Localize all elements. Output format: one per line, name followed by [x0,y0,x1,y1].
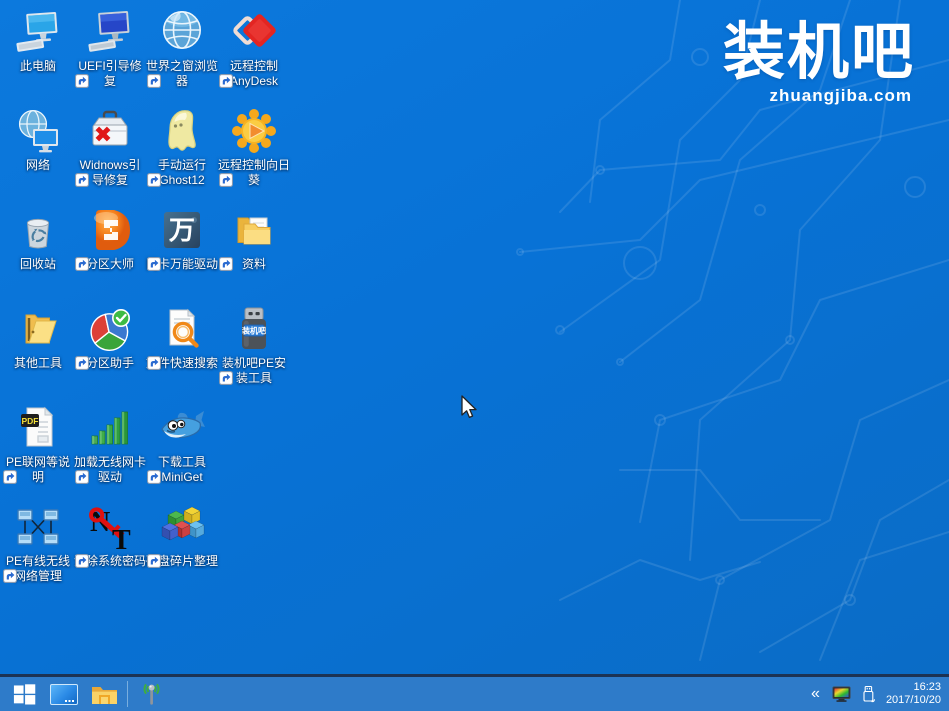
shortcut-arrow-icon [147,74,161,88]
shortcut-arrow-icon [219,74,233,88]
mouse-cursor [460,395,478,426]
taskbar: « 16:23 2017/10/20 [0,674,949,711]
desktop-icon-windows-boot-repair[interactable]: Widnows引导修复 [74,107,146,188]
desktop-icon-anydesk-remote[interactable]: 远程控制AnyDesk [218,8,290,89]
desktop-icon-pe-network-manager[interactable]: PE有线无线网络管理 [2,503,74,584]
desktop-icon-network[interactable]: 网络 [2,107,74,173]
shortcut-arrow-icon [147,356,161,370]
file-search-icon [158,305,206,353]
nt-key-icon: NT [86,503,134,551]
computer-icon [14,8,62,56]
desktop-window-button[interactable] [44,677,84,711]
brand-logo: 装机吧 zhuangjiba.com [723,22,915,106]
pdf-doc-icon: PDF [14,404,62,452]
desktop-icon-other-tools[interactable]: 其他工具 [2,305,74,371]
svg-text:万: 万 [169,216,195,246]
taskbar-separator [127,681,128,707]
shortcut-arrow-icon [219,371,233,385]
shortcut-arrow-icon [219,173,233,187]
network-globe-icon [14,107,62,155]
folders-icon [230,206,278,254]
window-icon [50,684,78,705]
open-folder-icon [14,305,62,353]
recycle-bin-icon [14,206,62,254]
desktop-icon-partition-assistant[interactable]: 分区助手 [74,305,146,371]
desktop-icon-load-wifi-driver[interactable]: 加载无线网卡驱动 [74,404,146,485]
usb-device-tray-icon[interactable] [861,685,876,704]
diskgenius-icon [86,206,134,254]
start-button[interactable] [4,677,44,711]
folder-icon [91,683,118,705]
usb-drive-icon: 装机吧 [230,305,278,353]
shortcut-arrow-icon [3,569,17,583]
shortcut-arrow-icon [3,470,17,484]
desktop-icon-nic-universal-driver[interactable]: 万 网卡万能驱动 [146,206,218,272]
svg-text:PDF: PDF [22,416,39,426]
brand-title: 装机吧 [723,22,915,84]
shortcut-arrow-icon [75,173,89,187]
desktop-icon-sunflower-remote[interactable]: 远程控制向日葵 [218,107,290,188]
desktop-icon-uefi-boot-repair[interactable]: UEFI引导修复 [74,8,146,89]
tray-expand-chevron[interactable]: « [809,686,822,702]
shortcut-arrow-icon [147,257,161,271]
svg-text:装机吧: 装机吧 [241,326,266,336]
shortcut-arrow-icon [147,173,161,187]
icon-label: 其他工具 [2,356,74,371]
antenna-signal-icon [138,681,165,708]
icon-label: 此电脑 [2,59,74,74]
shortcut-arrow-icon [75,257,89,271]
desktop-icon-world-window-browser[interactable]: 世界之窗浏览器 [146,8,218,89]
desktop-icon-file-quick-search[interactable]: 文件快速搜索 [146,305,218,371]
shortcut-arrow-icon [147,470,161,484]
globe-browser-icon [158,8,206,56]
network-diagram-icon [14,503,62,551]
ghost-icon [158,107,206,155]
desktop-icon-this-pc[interactable]: 此电脑 [2,8,74,74]
clock-date: 2017/10/20 [886,694,941,707]
desktop: 装机吧 zhuangjiba.com 此电脑 UEFI引导修复 世界之窗浏览器 … [0,0,949,674]
icon-label: 网络 [2,158,74,173]
pc-repair-icon [86,8,134,56]
svg-text:T: T [112,525,131,551]
file-explorer-button[interactable] [84,677,124,711]
icon-label: 回收站 [2,257,74,272]
display-settings-tray-icon[interactable] [832,686,851,703]
shark-icon [158,404,206,452]
shortcut-arrow-icon [75,74,89,88]
taskbar-clock[interactable]: 16:23 2017/10/20 [886,681,941,707]
system-tray: « 16:23 2017/10/20 [809,677,949,711]
wan-driver-icon: 万 [158,206,206,254]
signal-bars-icon [86,404,134,452]
brand-url: zhuangjiba.com [723,86,915,106]
desktop-icon-diskgenius[interactable]: 分区大师 [74,206,146,272]
clock-time: 16:23 [886,681,941,694]
partition-pie-icon [86,305,134,353]
toolbox-icon [86,107,134,155]
shortcut-arrow-icon [219,257,233,271]
desktop-icon-clear-system-password[interactable]: NT 清除系统密码 [74,503,146,569]
wireless-tool-button[interactable] [131,677,171,711]
defrag-blocks-icon [158,503,206,551]
shortcut-arrow-icon [75,470,89,484]
desktop-icon-disk-defrag[interactable]: 硬盘碎片整理 [146,503,218,569]
desktop-icon-data-folder[interactable]: 资料 [218,206,290,272]
desktop-icon-miniget-downloader[interactable]: 下载工具MiniGet [146,404,218,485]
sunflower-icon [230,107,278,155]
windows-logo-icon [12,682,37,707]
shortcut-arrow-icon [147,554,161,568]
shortcut-arrow-icon [75,356,89,370]
desktop-icon-ghost12[interactable]: 手动运行Ghost12 [146,107,218,188]
desktop-icon-pe-network-guide[interactable]: PDF PE联网等说明 [2,404,74,485]
anydesk-diamond-icon [230,8,278,56]
shortcut-arrow-icon [75,554,89,568]
taskbar-left [0,677,171,711]
desktop-icon-zhuangjiba-pe-installer[interactable]: 装机吧 装机吧PE安装工具 [218,305,290,386]
desktop-icon-recycle-bin[interactable]: 回收站 [2,206,74,272]
